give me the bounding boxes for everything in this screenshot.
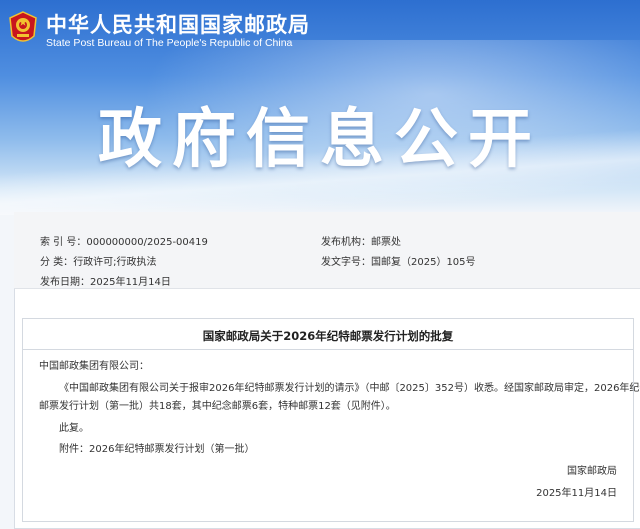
- meta-category-label: 分 类：: [40, 257, 74, 268]
- banner-title: 政府信息公开: [98, 103, 542, 177]
- document-signature: 国家邮政局: [567, 466, 617, 477]
- meta-publisher: 发布机构：邮票处: [321, 233, 401, 248]
- meta-docno-label: 发文字号：: [321, 257, 371, 268]
- national-emblem-icon: [9, 11, 37, 42]
- meta-publisher-label: 发布机构：: [321, 237, 371, 248]
- document-title: 国家邮政局关于2026年纪特邮票发行计划的批复: [202, 329, 454, 343]
- agency-name-cn: 中华人民共和国国家邮政局: [46, 13, 310, 37]
- document-body: 国家邮政局关于2026年纪特邮票发行计划的批复 中国邮政集团有限公司： 《中国邮…: [22, 318, 640, 522]
- document-salutation: 中国邮政集团有限公司：: [39, 361, 149, 372]
- meta-category: 分 类：行政许可;行政执法: [40, 253, 157, 268]
- document-body-line-1: 《中国邮政集团有限公司关于报审2026年纪特邮票发行计划的请示》（中邮〔2025…: [59, 383, 640, 394]
- meta-index-label: 索 引 号：: [40, 237, 87, 248]
- meta-index: 索 引 号：000000000/2025-00419: [40, 233, 208, 248]
- meta-publisher-value: 邮票处: [371, 237, 401, 248]
- document-body-line-2: 邮票发行计划（第一批）共18套，其中纪念邮票6套，特种邮票12套（见附件）。: [39, 401, 396, 412]
- meta-docno: 发文字号：国邮复（2025）105号: [321, 253, 476, 268]
- document-reply: 此复。: [59, 423, 89, 434]
- meta-date-value: 2025年11月14日: [90, 277, 171, 288]
- metadata-panel: 索 引 号：000000000/2025-00419 分 类：行政许可;行政执法…: [14, 212, 640, 289]
- meta-index-value: 000000000/2025-00419: [86, 237, 208, 248]
- title-divider: [23, 349, 633, 350]
- meta-docno-value: 国邮复（2025）105号: [371, 257, 476, 268]
- agency-name-en: State Post Bureau of The People's Republ…: [46, 37, 293, 49]
- meta-date: 发布日期：2025年11月14日: [40, 273, 171, 288]
- document-attachment[interactable]: 附件：2026年纪特邮票发行计划（第一批）: [59, 440, 254, 455]
- meta-category-value: 行政许可;行政执法: [73, 257, 157, 268]
- document-date: 2025年11月14日: [536, 488, 617, 499]
- meta-date-label: 发布日期：: [40, 277, 90, 288]
